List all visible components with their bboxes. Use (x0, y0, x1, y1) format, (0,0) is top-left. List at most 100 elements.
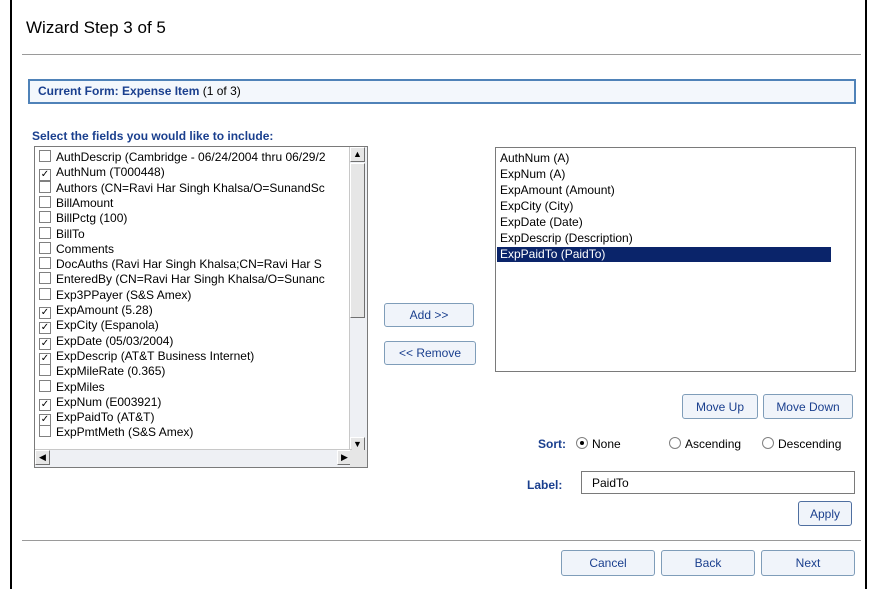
sort-ascending-label: Ascending (685, 437, 742, 451)
available-fields-hscroll[interactable]: ◀ ▶ (35, 449, 352, 467)
field-list-item[interactable]: Exp3PPayer (S&S Amex) (39, 287, 192, 303)
checkbox-checked-icon[interactable]: ✓ (39, 169, 51, 182)
current-form-label: Current Form: (38, 84, 119, 98)
checkbox-checked-icon[interactable]: ✓ (39, 322, 51, 335)
field-list-item[interactable]: BillTo (39, 226, 85, 242)
scroll-corner (350, 450, 367, 467)
field-list-item[interactable]: ✓ ExpCity (Espanola) (39, 318, 159, 335)
add-button[interactable]: Add >> (384, 303, 474, 327)
field-list-item[interactable]: ✓ ExpNum (E003921) (39, 394, 162, 411)
field-list-item[interactable]: ✓ ExpDate (05/03/2004) (39, 333, 174, 350)
selected-field-item[interactable]: ExpCity (City) (497, 199, 831, 214)
apply-button[interactable]: Apply (798, 501, 852, 526)
field-list-item-label: ExpPmtMeth (S&S Amex) (56, 425, 194, 440)
checkbox-unchecked-icon[interactable] (39, 195, 51, 208)
field-list-item[interactable]: Comments (39, 241, 115, 257)
field-list-item[interactable]: ExpPmtMeth (S&S Amex) (39, 425, 193, 440)
move-down-button[interactable]: Move Down (763, 394, 853, 419)
checkbox-unchecked-icon[interactable] (39, 272, 51, 285)
selected-field-item[interactable]: ExpPaidTo (PaidTo) (497, 247, 831, 262)
field-list-item-label: ExpMiles (56, 379, 105, 394)
checkbox-unchecked-icon[interactable] (39, 364, 51, 377)
cancel-button[interactable]: Cancel (561, 550, 655, 576)
field-list-item-label: EnteredBy (CN=Ravi Har Singh Khalsa/O=Su… (56, 272, 325, 287)
checkbox-unchecked-icon[interactable] (39, 241, 51, 254)
field-list-item[interactable]: BillAmount (39, 195, 114, 211)
label-input[interactable] (581, 471, 855, 494)
field-list-item[interactable]: EnteredBy (CN=Ravi Har Singh Khalsa/O=Su… (39, 272, 325, 287)
footer-divider (22, 540, 861, 542)
selected-fields-list[interactable]: AuthNum (A) ExpNum (A) ExpAmount (Amount) E… (495, 147, 856, 372)
available-fields-list[interactable]: AuthDescrip (Cambridge - 06/24/2004 thru… (34, 146, 368, 468)
radio-selected-icon (576, 437, 588, 449)
field-list-item[interactable]: ✓ AuthNum (T000448) (39, 165, 165, 182)
radio-unselected-icon (762, 437, 774, 449)
field-list-item[interactable]: ✓ ExpAmount (5.28) (39, 303, 153, 319)
current-form-count: (1 of 3) (202, 84, 241, 98)
current-form-banner: Current Form: Expense Item (1 of 3) (28, 79, 856, 104)
field-list-item[interactable]: Authors (CN=Ravi Har Singh Khalsa/O=Suna… (39, 180, 325, 196)
sort-descending-label: Descending (778, 437, 842, 451)
field-list-item-label: ExpNum (E003921) (56, 394, 162, 409)
field-list-item[interactable]: DocAuths (Ravi Har Singh Khalsa;CN=Ravi … (39, 257, 322, 272)
checkbox-unchecked-icon[interactable] (39, 211, 51, 224)
field-list-item[interactable]: ExpMiles (39, 379, 105, 395)
sort-none-label: None (592, 437, 621, 451)
field-list-item-label: AuthDescrip (Cambridge - 06/24/2004 thru… (56, 150, 326, 164)
current-form-name: Expense Item (122, 84, 200, 98)
scroll-thumb[interactable] (350, 163, 365, 318)
available-fields-vscroll[interactable]: ▲ ▼ (349, 147, 367, 452)
checkbox-checked-icon[interactable]: ✓ (39, 337, 51, 350)
sort-descending-radio[interactable]: Descending (762, 437, 841, 451)
selected-field-item[interactable]: ExpNum (A) (497, 167, 831, 182)
field-list-item-label: DocAuths (Ravi Har Singh Khalsa;CN=Ravi … (56, 257, 322, 272)
field-list-item-label: Exp3PPayer (S&S Amex) (56, 287, 192, 302)
selected-field-item[interactable]: AuthNum (A) (497, 151, 831, 166)
sort-none-radio[interactable]: None (576, 437, 621, 451)
next-button[interactable]: Next (761, 550, 855, 576)
checkbox-checked-icon[interactable]: ✓ (39, 307, 51, 319)
field-list-item-label: ExpCity (Espanola) (56, 318, 159, 333)
scroll-left-arrow-icon[interactable]: ◀ (35, 450, 50, 465)
move-up-button[interactable]: Move Up (682, 394, 758, 419)
label-caption: Label: (527, 478, 563, 492)
checkbox-unchecked-icon[interactable] (39, 226, 51, 239)
field-list-item[interactable]: BillPctg (100) (39, 211, 127, 226)
scroll-up-arrow-icon[interactable]: ▲ (350, 147, 365, 162)
fields-prompt: Select the fields you would like to incl… (32, 129, 274, 143)
field-list-item-label: ExpPaidTo (AT&T) (56, 410, 155, 425)
field-list-item-label: ExpMileRate (0.365) (56, 364, 166, 379)
sort-label: Sort: (538, 437, 566, 451)
checkbox-unchecked-icon[interactable] (39, 180, 51, 193)
field-list-item-label: Authors (CN=Ravi Har Singh Khalsa/O=Suna… (56, 180, 325, 195)
field-list-item-label: AuthNum (T000448) (56, 165, 165, 180)
title-divider (22, 54, 861, 56)
checkbox-unchecked-icon[interactable] (39, 425, 51, 438)
checkbox-checked-icon[interactable]: ✓ (39, 414, 51, 427)
field-list-item-label: ExpAmount (5.28) (56, 303, 153, 317)
radio-unselected-icon (669, 437, 681, 449)
selected-field-item[interactable]: ExpDescrip (Description) (497, 231, 831, 246)
checkbox-unchecked-icon[interactable] (39, 287, 51, 300)
field-list-item-label: ExpDescrip (AT&T Business Internet) (56, 348, 255, 363)
remove-button[interactable]: << Remove (384, 341, 476, 365)
field-list-item-label: BillAmount (56, 195, 114, 210)
field-list-item[interactable]: ExpMileRate (0.365) (39, 364, 165, 379)
checkbox-unchecked-icon[interactable] (39, 150, 51, 162)
checkbox-checked-icon[interactable]: ✓ (39, 398, 51, 411)
selected-field-item[interactable]: ExpDate (Date) (497, 215, 831, 230)
sort-ascending-radio[interactable]: Ascending (669, 437, 741, 451)
selected-field-item[interactable]: ExpAmount (Amount) (497, 183, 831, 198)
field-list-item[interactable]: AuthDescrip (Cambridge - 06/24/2004 thru… (39, 150, 326, 165)
field-list-item-label: ExpDate (05/03/2004) (56, 333, 174, 348)
checkbox-checked-icon[interactable]: ✓ (39, 352, 51, 365)
back-button[interactable]: Back (661, 550, 755, 576)
field-list-item-label: Comments (56, 241, 115, 256)
checkbox-unchecked-icon[interactable] (39, 379, 51, 392)
field-list-item[interactable]: ✓ ExpPaidTo (AT&T) (39, 410, 155, 427)
field-list-item-label: BillPctg (100) (56, 211, 128, 226)
wizard-title: Wizard Step 3 of 5 (26, 18, 166, 37)
checkbox-unchecked-icon[interactable] (39, 257, 51, 270)
field-list-item-label: BillTo (56, 226, 85, 241)
field-list-item[interactable]: ✓ ExpDescrip (AT&T Business Internet) (39, 348, 255, 365)
